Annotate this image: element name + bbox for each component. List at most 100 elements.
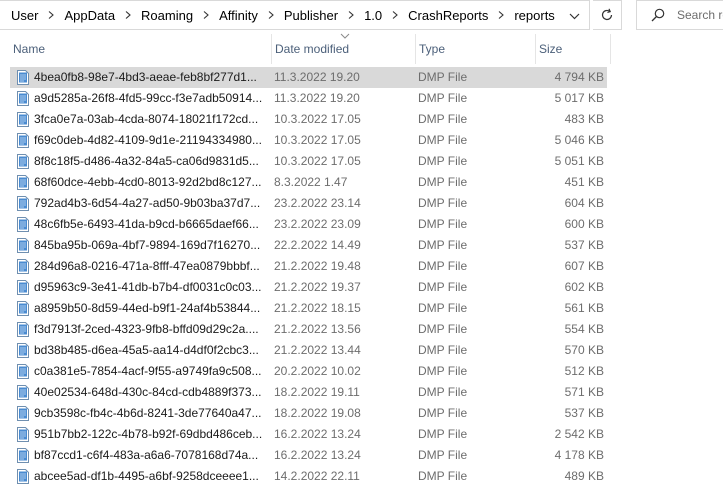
dmp-file-icon — [17, 364, 29, 379]
file-row[interactable]: 845ba95b-069a-4bf7-9894-169d7f16270... 22… — [0, 235, 723, 256]
file-row[interactable]: 951b7bb2-122c-4b78-b92f-69dbd486ceb... 16… — [0, 424, 723, 445]
file-type: DMP File — [418, 217, 468, 231]
address-bar[interactable]: User AppData Roaming Affinity Publisher 1.0 Cr… — [0, 0, 590, 30]
breadcrumb-item[interactable]: 1.0 — [364, 8, 382, 23]
column-header: Name Date modified Type Size — [0, 34, 723, 64]
file-type: DMP File — [418, 70, 468, 84]
column-header-type[interactable]: Type — [415, 34, 532, 64]
file-date-modified: 18.2.2022 19.11 — [274, 385, 360, 399]
file-name: c0a381e5-7854-4acf-9f55-a9749fa9c508... — [34, 364, 262, 378]
file-row[interactable]: c0a381e5-7854-4acf-9f55-a9749fa9c508... 2… — [0, 361, 723, 382]
refresh-button[interactable] — [593, 0, 622, 30]
breadcrumb-item[interactable]: Affinity — [219, 8, 258, 23]
chevron-right-icon — [348, 11, 354, 19]
file-row[interactable]: 48c6fb5e-6493-41da-b9cd-b6665daef66... 23… — [0, 214, 723, 235]
file-type: DMP File — [418, 427, 468, 441]
dmp-file-icon — [17, 427, 29, 442]
file-row[interactable]: f3d7913f-2ced-4323-9fb8-bffd09d29c2a....… — [0, 319, 723, 340]
breadcrumb-separator-button[interactable] — [345, 9, 357, 21]
dmp-file-icon — [17, 406, 29, 421]
file-size: 483 KB — [564, 112, 604, 126]
file-date-modified: 16.2.2022 13.24 — [274, 448, 361, 462]
file-name: 9cb3598c-fb4c-4b6d-8241-3de77640a47... — [34, 406, 262, 420]
file-type: DMP File — [418, 280, 468, 294]
breadcrumb-separator-button[interactable] — [45, 9, 57, 21]
file-row[interactable]: a9d5285a-26f8-4fd5-99cc-f3e7adb50914... 1… — [0, 88, 723, 109]
dmp-file-icon — [17, 280, 29, 295]
breadcrumb-separator-button[interactable] — [265, 9, 277, 21]
column-header-size[interactable]: Size — [535, 34, 611, 64]
file-name: 68f60dce-4ebb-4cd0-8013-92d2bd8c127... — [34, 175, 262, 189]
file-row[interactable]: 3fca0e7a-03ab-4cda-8074-18021f172cd... 10… — [0, 109, 723, 130]
dmp-file-icon — [17, 133, 29, 148]
file-name: 40e02534-648d-430c-84cd-cdb4889f373... — [34, 385, 262, 399]
file-row[interactable]: a8959b50-8d59-44ed-b9f1-24af4b53844... 21… — [0, 298, 723, 319]
dmp-file-icon — [17, 385, 29, 400]
file-row[interactable]: 8f8c18f5-d486-4a32-84a5-ca06d9831d5... 10… — [0, 151, 723, 172]
file-size: 561 KB — [564, 301, 604, 315]
file-date-modified: 21.2.2022 13.44 — [274, 343, 361, 357]
file-row[interactable]: f69c0deb-4d82-4109-9d1e-21194334980... 10… — [0, 130, 723, 151]
file-row[interactable]: 792ad4b3-6d54-4a27-ad50-9b03ba37d7... 23.… — [0, 193, 723, 214]
file-name: 284d96a8-0216-471a-8fff-47ea0879bbbf... — [34, 259, 260, 273]
dmp-file-icon — [17, 154, 29, 169]
dmp-file-icon — [17, 91, 29, 106]
file-date-modified: 10.3.2022 17.05 — [274, 154, 361, 168]
breadcrumb-separator-button[interactable] — [122, 9, 134, 21]
file-date-modified: 21.2.2022 19.48 — [274, 259, 361, 273]
file-size: 5 046 KB — [554, 133, 604, 147]
breadcrumb-item[interactable]: User — [11, 8, 38, 23]
file-type: DMP File — [418, 301, 468, 315]
file-size: 512 KB — [564, 364, 604, 378]
file-type: DMP File — [418, 175, 468, 189]
file-row[interactable]: 68f60dce-4ebb-4cd0-8013-92d2bd8c127... 8.… — [0, 172, 723, 193]
file-name: 4bea0fb8-98e7-4bd3-aeae-feb8bf277d1... — [34, 70, 257, 84]
breadcrumb-item[interactable]: Roaming — [141, 8, 193, 23]
address-history-dropdown[interactable] — [567, 9, 581, 23]
file-name: f3d7913f-2ced-4323-9fb8-bffd09d29c2a.... — [34, 322, 259, 336]
file-type: DMP File — [418, 196, 468, 210]
chevron-right-icon — [392, 11, 398, 19]
file-type: DMP File — [418, 448, 468, 462]
file-date-modified: 10.3.2022 17.05 — [274, 112, 361, 126]
file-size: 4 178 KB — [554, 448, 604, 462]
dmp-file-icon — [17, 238, 29, 253]
breadcrumb-item[interactable]: CrashReports — [408, 8, 488, 23]
file-row[interactable]: 9cb3598c-fb4c-4b6d-8241-3de77640a47... 18… — [0, 403, 723, 424]
file-row[interactable]: abcee5ad-df1b-4495-a6bf-9258dceeee1... 14… — [0, 466, 723, 487]
search-box[interactable]: Search re — [636, 0, 723, 30]
file-name: bf87ccd1-c6f4-483a-a6a6-7078168d74a... — [34, 448, 259, 462]
file-row[interactable]: bf87ccd1-c6f4-483a-a6a6-7078168d74a... 16… — [0, 445, 723, 466]
file-size: 604 KB — [564, 196, 604, 210]
chevron-right-icon — [498, 11, 505, 19]
file-type: DMP File — [418, 112, 468, 126]
breadcrumb-item[interactable]: Publisher — [284, 8, 338, 23]
breadcrumb-item[interactable]: reports — [514, 8, 554, 23]
dmp-file-icon — [17, 196, 29, 211]
file-size: 5 051 KB — [554, 154, 604, 168]
breadcrumb-item[interactable]: AppData — [64, 8, 115, 23]
file-row[interactable]: 40e02534-648d-430c-84cd-cdb4889f373... 18… — [0, 382, 723, 403]
breadcrumb-separator-button[interactable] — [495, 9, 507, 21]
file-name: 951b7bb2-122c-4b78-b92f-69dbd486ceb... — [34, 427, 262, 441]
search-placeholder: Search re — [677, 8, 723, 22]
file-row[interactable]: bd38b485-d6ea-45a5-aa14-d4df0f2cbc3... 21… — [0, 340, 723, 361]
file-row[interactable]: d95963c9-3e41-41db-b7b4-df0031c0c03... 21… — [0, 277, 723, 298]
file-size: 537 KB — [564, 406, 604, 420]
file-type: DMP File — [418, 343, 468, 357]
chevron-right-icon — [49, 11, 55, 19]
file-date-modified: 20.2.2022 10.02 — [274, 364, 361, 378]
file-date-modified: 22.2.2022 14.49 — [274, 238, 361, 252]
file-row[interactable]: 4bea0fb8-98e7-4bd3-aeae-feb8bf277d1... 11… — [0, 67, 723, 88]
dmp-file-icon — [17, 343, 29, 358]
column-header-name[interactable]: Name — [10, 34, 268, 64]
chevron-right-icon — [125, 11, 131, 19]
file-date-modified: 8.3.2022 1.47 — [274, 175, 348, 189]
file-date-modified: 11.3.2022 19.20 — [274, 70, 360, 84]
file-date-modified: 21.2.2022 13.56 — [274, 322, 361, 336]
file-name: f69c0deb-4d82-4109-9d1e-21194334980... — [34, 133, 262, 147]
file-name: a9d5285a-26f8-4fd5-99cc-f3e7adb50914... — [34, 91, 262, 105]
breadcrumb-separator-button[interactable] — [200, 9, 212, 21]
breadcrumb-separator-button[interactable] — [389, 9, 401, 21]
file-row[interactable]: 284d96a8-0216-471a-8fff-47ea0879bbbf... 2… — [0, 256, 723, 277]
